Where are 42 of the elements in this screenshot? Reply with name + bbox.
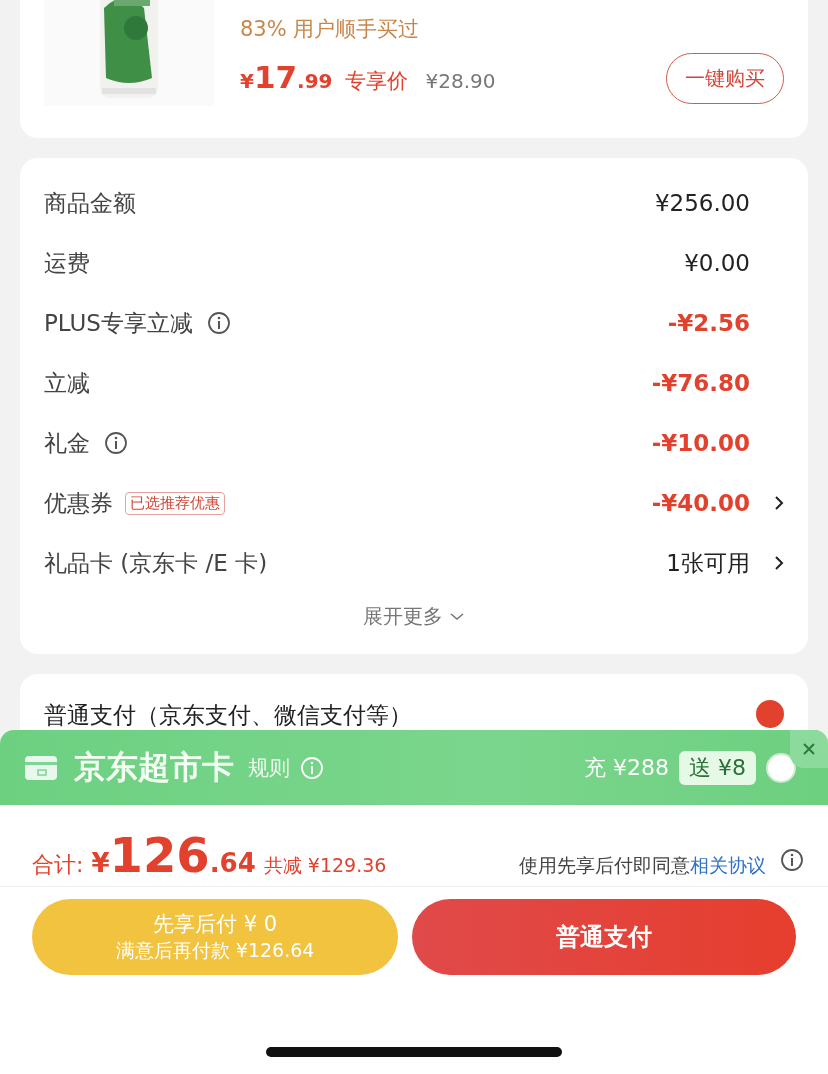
chevron-down-icon (449, 611, 465, 622)
row-value: -¥10.00 (651, 430, 750, 456)
close-button[interactable] (790, 730, 828, 768)
exclusive-price: ¥17.99 (240, 59, 333, 95)
row-value: -¥76.80 (651, 370, 750, 396)
row-value: -¥40.00 (651, 490, 750, 516)
row-value: 1张可用 (666, 548, 750, 578)
info-icon[interactable] (780, 848, 804, 872)
radio-button[interactable] (756, 700, 784, 728)
price-label: 专享价 (344, 68, 408, 95)
row-label: 立减 (44, 368, 90, 398)
banner-title: 京东超市卡 (74, 746, 234, 788)
original-price: ¥28.90 (425, 69, 496, 93)
bonus-badge: 送 ¥8 (679, 750, 756, 785)
row-label: 商品金额 (44, 188, 136, 218)
row-value: -¥2.56 (667, 310, 750, 336)
row-label: 优惠券 (44, 488, 113, 518)
checkbox[interactable] (766, 752, 796, 783)
card-icon (24, 754, 58, 781)
coupon-tag: 已选推荐优惠 (125, 491, 225, 515)
agreement-text: 使用先享后付即同意相关协议 (519, 853, 766, 878)
row-label: 礼金 (44, 428, 90, 458)
row-value: ¥0.00 (684, 250, 750, 276)
buy-now-button[interactable]: 一键购买 (666, 53, 784, 104)
payment-option-label[interactable]: 普通支付（京东支付、微信支付等） (44, 700, 412, 731)
row-label: 运费 (44, 248, 90, 278)
row-value: ¥256.00 (654, 190, 750, 216)
chevron-right-icon[interactable] (774, 555, 784, 571)
info-icon[interactable] (104, 431, 128, 455)
row-label: PLUS专享立减 (44, 308, 193, 338)
saved-amount: 共减 ¥129.36 (263, 853, 387, 878)
chevron-right-icon[interactable] (774, 495, 784, 511)
total-label: 合计: (32, 851, 84, 879)
expand-more-button[interactable]: 展开更多 (363, 593, 465, 644)
pay-button[interactable]: 普通支付 (412, 899, 796, 975)
info-icon[interactable] (207, 311, 231, 335)
close-icon (801, 741, 817, 757)
row-label: 礼品卡 (京东卡 /E 卡) (44, 548, 268, 578)
total-amount: ¥126.64 (91, 827, 256, 883)
recharge-amount: 充 ¥288 (584, 753, 669, 782)
bought-note: 83% 用户顺手买过 (240, 16, 421, 43)
agreement-link[interactable]: 相关协议 (690, 854, 766, 876)
